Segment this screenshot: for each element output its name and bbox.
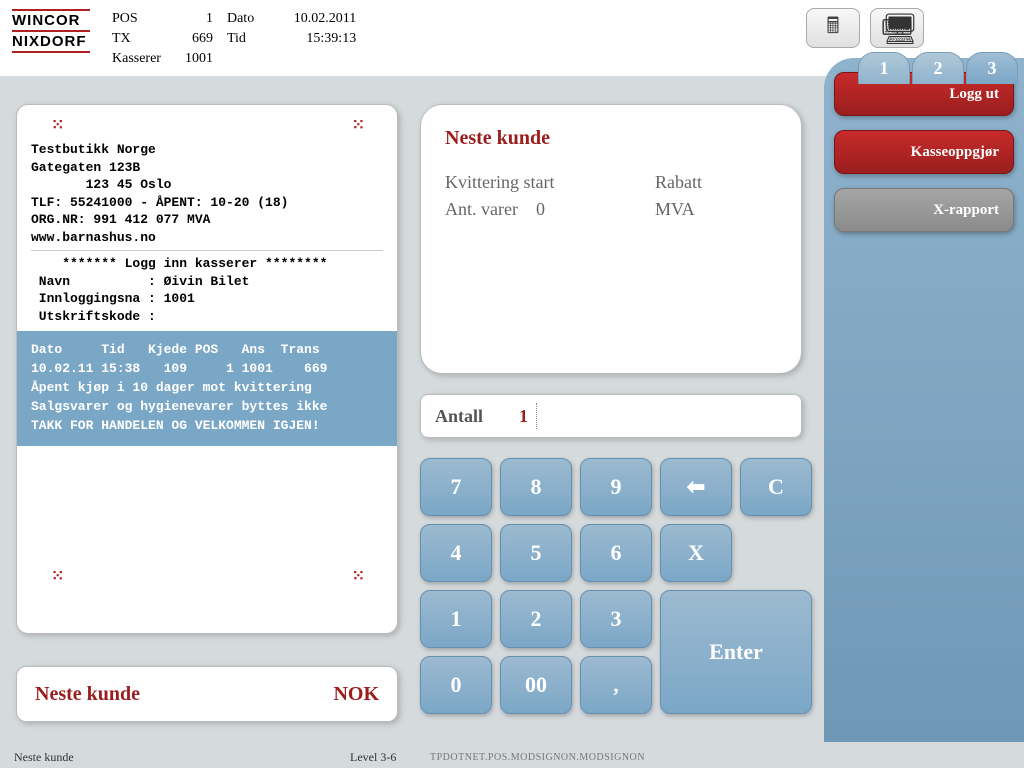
wincor-logo: WINCOR NIXDORF: [12, 8, 90, 54]
key-x[interactable]: X: [660, 524, 732, 582]
terminal-icon: 🖥: [881, 12, 919, 47]
currency-label: NOK: [333, 683, 379, 706]
key-8[interactable]: 8: [500, 458, 572, 516]
status-title: Neste kunde: [445, 127, 777, 150]
key-2[interactable]: 2: [500, 590, 572, 648]
tab-3[interactable]: 3: [966, 52, 1018, 84]
key-0[interactable]: 0: [420, 656, 492, 714]
key-6[interactable]: 6: [580, 524, 652, 582]
next-customer-label: Neste kunde: [35, 683, 140, 706]
receipt-footer: Dato Tid Kjede POS Ans Trans 10.02.11 15…: [17, 331, 397, 445]
key-3[interactable]: 3: [580, 590, 652, 648]
key-clear[interactable]: C: [740, 458, 812, 516]
key-comma[interactable]: ,: [580, 656, 652, 714]
quantity-label: Antall: [435, 406, 483, 427]
tab-1[interactable]: 1: [858, 52, 910, 84]
key-enter[interactable]: Enter: [660, 590, 812, 714]
quantity-input[interactable]: Antall 1: [420, 394, 802, 438]
key-9[interactable]: 9: [580, 458, 652, 516]
key-5[interactable]: 5: [500, 524, 572, 582]
quantity-value: 1: [519, 406, 528, 427]
status-panel: Neste kunde Kvittering start Rabatt Ant.…: [420, 104, 802, 374]
x-report-button[interactable]: X-rapport: [834, 188, 1014, 232]
footer-state: Neste kunde: [14, 750, 74, 765]
register-close-button[interactable]: Kasseoppgjør: [834, 130, 1014, 174]
next-customer-bar: Neste kunde NOK: [16, 666, 398, 722]
calculator-icon[interactable]: 🖩: [806, 8, 860, 48]
status-bar: Neste kunde Level 3-6 TPDOTNET.POS.MODSI…: [0, 746, 1024, 768]
key-1[interactable]: 1: [420, 590, 492, 648]
key-00[interactable]: 00: [500, 656, 572, 714]
receipt-panel: ⁙⁙ Testbutikk Norge Gategaten 123B 123 4…: [16, 104, 398, 634]
sidebar: 1 2 3 Logg ut Kasseoppgjør X-rapport: [824, 58, 1024, 742]
key-backspace[interactable]: ⬅: [660, 458, 732, 516]
tab-2[interactable]: 2: [912, 52, 964, 84]
key-7[interactable]: 7: [420, 458, 492, 516]
numeric-keypad: 7 8 9 ⬅ C 4 5 6 X 1 2 3 Enter 0 00 ,: [420, 458, 812, 714]
key-4[interactable]: 4: [420, 524, 492, 582]
header-stats: POS1 Dato10.02.2011 TX669 Tid15:39:13 Ka…: [110, 8, 370, 70]
footer-level: Level 3-6: [350, 750, 396, 765]
footer-module: TPDOTNET.POS.MODSIGNON.MODSIGNON: [430, 752, 645, 763]
